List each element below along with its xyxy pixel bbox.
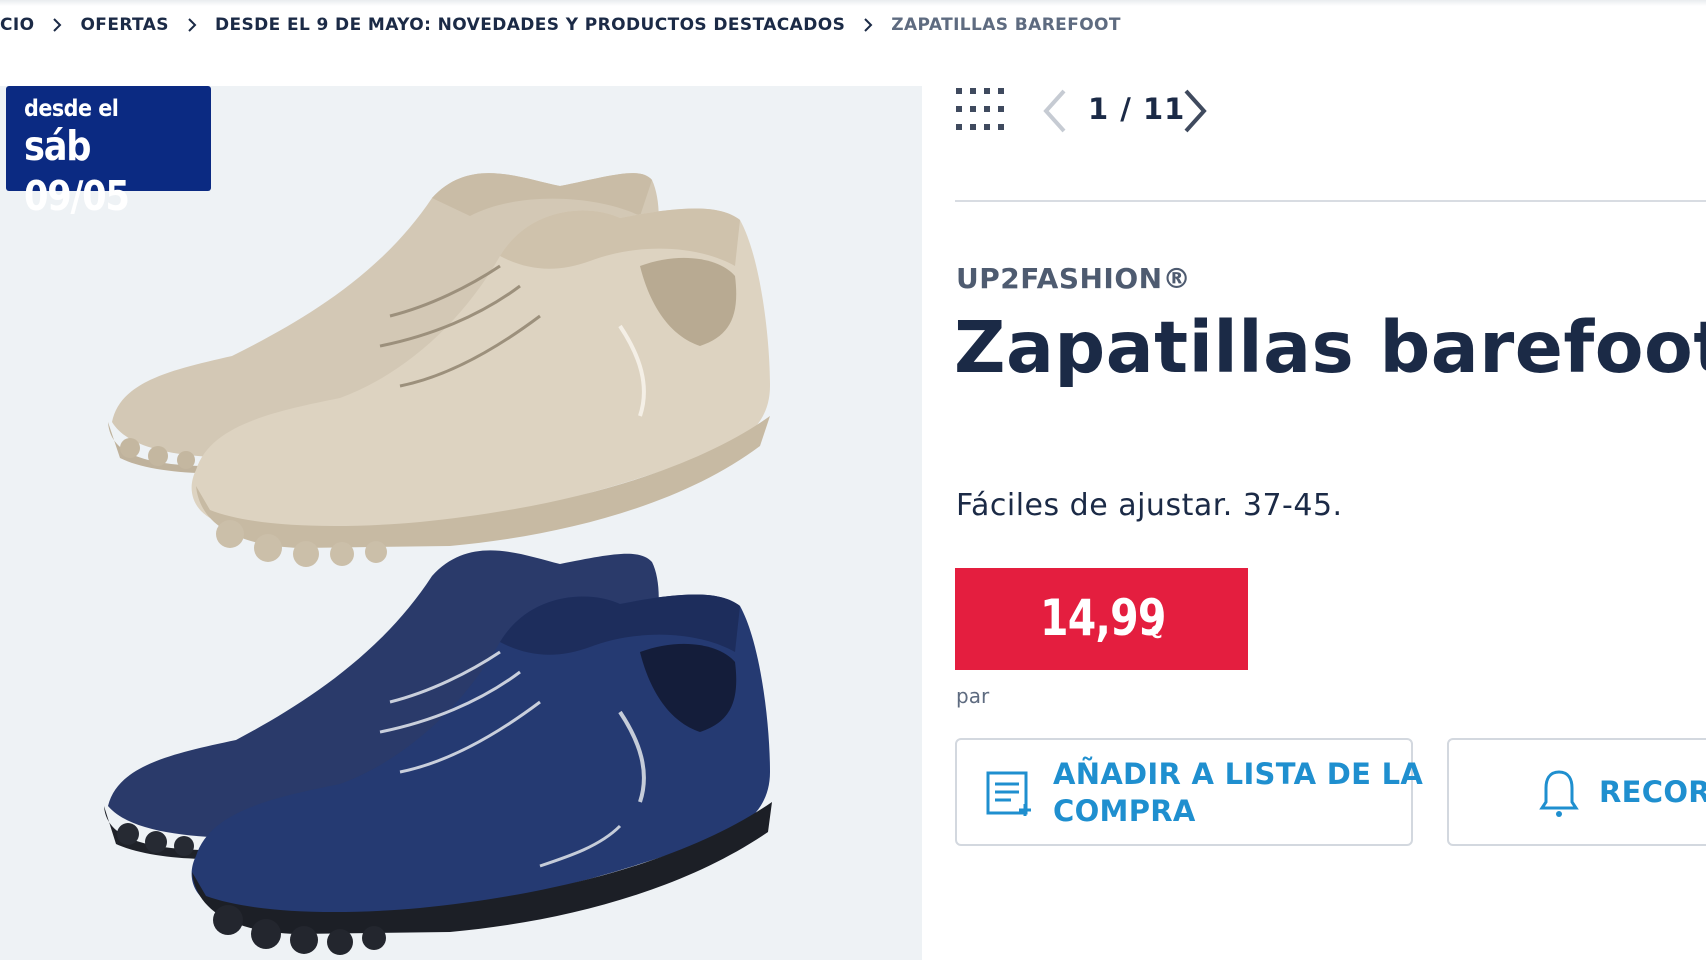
price-currency: € [1150,622,1163,643]
bell-icon [1539,768,1579,820]
breadcrumb-item-ofertas[interactable]: OFERTAS [80,15,168,35]
date-badge: desde el sáb 09/05 [6,86,211,220]
chevron-right-icon [34,15,80,35]
price-box: 14,99 € [955,568,1248,670]
remind-me-button[interactable]: RECORD [1447,738,1706,846]
product-description: Fáciles de ajustar. 37-45. [956,488,1343,523]
grid-icon[interactable] [954,86,1004,136]
product-brand: UP2FASHION® [956,262,1192,295]
badge-line1: desde el [24,96,119,122]
product-title: Zapatillas barefoot [954,306,1706,389]
chevron-left-icon[interactable] [1040,88,1070,134]
price-value: 14,99 [1040,589,1166,647]
breadcrumb: CIO OFERTAS DESDE EL 9 DE MAYO: NOVEDADE… [0,12,1121,38]
breadcrumb-item-current: ZAPATILLAS BAREFOOT [891,15,1121,35]
chevron-right-icon [845,15,891,35]
shopping-list-icon [985,770,1037,818]
breadcrumb-item-novedades[interactable]: DESDE EL 9 DE MAYO: NOVEDADES Y PRODUCTO… [215,15,845,35]
remind-label: RECORD [1599,775,1706,809]
breadcrumb-item-inicio[interactable]: CIO [0,15,34,35]
price-unit: par [956,684,990,708]
add-to-shopping-list-button[interactable]: AÑADIR A LISTA DE LA COMPRA [955,738,1423,846]
divider [955,200,1706,202]
chevron-right-icon [169,15,215,35]
add-to-list-label-line2: COMPRA [1053,794,1196,828]
add-to-list-label-line1: AÑADIR A LISTA DE LA [1053,757,1424,791]
badge-date: sáb 09/05 [24,122,130,220]
chevron-right-icon[interactable] [1180,88,1210,134]
top-shadow [0,0,1706,6]
add-to-list-label: AÑADIR A LISTA DE LA COMPRA [1053,756,1423,830]
gallery-pager: 1 / 11 [1088,92,1186,126]
